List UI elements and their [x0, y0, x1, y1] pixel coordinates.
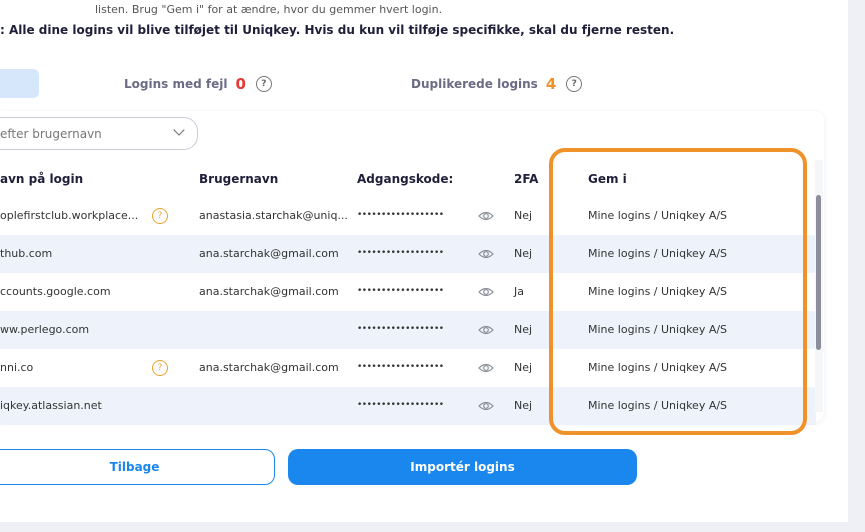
back-button[interactable]: Tilbage — [0, 449, 275, 485]
column-header-2fa: 2FA — [514, 172, 539, 186]
errors-stat: Logins med fejl 0 ? — [124, 75, 272, 93]
errors-count: 0 — [235, 75, 246, 93]
eye-icon[interactable] — [478, 247, 494, 261]
duplicates-stat: Duplikerede logins 4 ? — [411, 75, 583, 93]
column-header-username: Brugernavn — [199, 172, 279, 186]
import-logins-button[interactable]: Importér logins — [288, 449, 637, 485]
login-name: oplefirstclub.workplace... — [0, 209, 139, 222]
eye-icon[interactable] — [478, 209, 494, 223]
login-password: •••••••••••••••••• — [357, 286, 444, 296]
search-dropdown[interactable]: efter brugernavn — [0, 117, 198, 150]
chevron-down-icon — [173, 124, 185, 136]
duplicates-count: 4 — [545, 75, 557, 93]
login-password: •••••••••••••••••• — [357, 324, 444, 334]
login-2fa: Nej — [514, 323, 533, 336]
eye-icon[interactable] — [478, 323, 494, 337]
login-2fa: Ja — [514, 285, 524, 298]
highlight-box — [549, 148, 807, 435]
warning-text: : Alle dine logins vil blive tilføjet ti… — [0, 23, 675, 37]
login-name: nni.co — [0, 361, 34, 374]
login-password: •••••••••••••••••• — [357, 362, 444, 372]
login-username: anastasia.starchak@uniq... — [199, 209, 348, 222]
errors-label: Logins med fejl — [124, 77, 228, 91]
instruction-text: listen. Brug "Gem i" for at ændre, hvor … — [95, 3, 443, 16]
login-2fa: Nej — [514, 247, 533, 260]
duplicates-label: Duplikerede logins — [411, 77, 538, 91]
login-name: iqkey.atlassian.net — [0, 399, 102, 412]
column-header-name: avn på login — [0, 172, 84, 186]
login-password: •••••••••••••••••• — [357, 248, 444, 258]
help-icon[interactable]: ? — [566, 76, 583, 92]
eye-icon[interactable] — [478, 399, 494, 413]
filter-tab-all[interactable] — [0, 69, 39, 98]
login-username: ana.starchak@gmail.com — [199, 285, 339, 298]
login-username: ana.starchak@gmail.com — [199, 247, 339, 260]
eye-icon[interactable] — [478, 361, 494, 375]
help-icon[interactable]: ? — [255, 76, 272, 92]
search-placeholder: efter brugernavn — [0, 126, 102, 141]
login-name: ccounts.google.com — [0, 285, 111, 298]
login-username: ana.starchak@gmail.com — [199, 361, 339, 374]
scrollbar-thumb[interactable] — [816, 195, 821, 350]
login-password: •••••••••••••••••• — [357, 210, 444, 220]
question-circle-icon[interactable]: ? — [152, 208, 168, 224]
column-header-password: Adgangskode: — [357, 172, 454, 186]
import-page: listen. Brug "Gem i" for at ændre, hvor … — [0, 0, 848, 522]
login-2fa: Nej — [514, 399, 533, 412]
login-name: ww.perlego.com — [0, 323, 90, 336]
login-name: thub.com — [0, 247, 53, 260]
login-2fa: Nej — [514, 361, 533, 374]
question-circle-icon[interactable]: ? — [152, 360, 168, 376]
login-password: •••••••••••••••••• — [357, 400, 444, 410]
login-2fa: Nej — [514, 209, 533, 222]
eye-icon[interactable] — [478, 285, 494, 299]
